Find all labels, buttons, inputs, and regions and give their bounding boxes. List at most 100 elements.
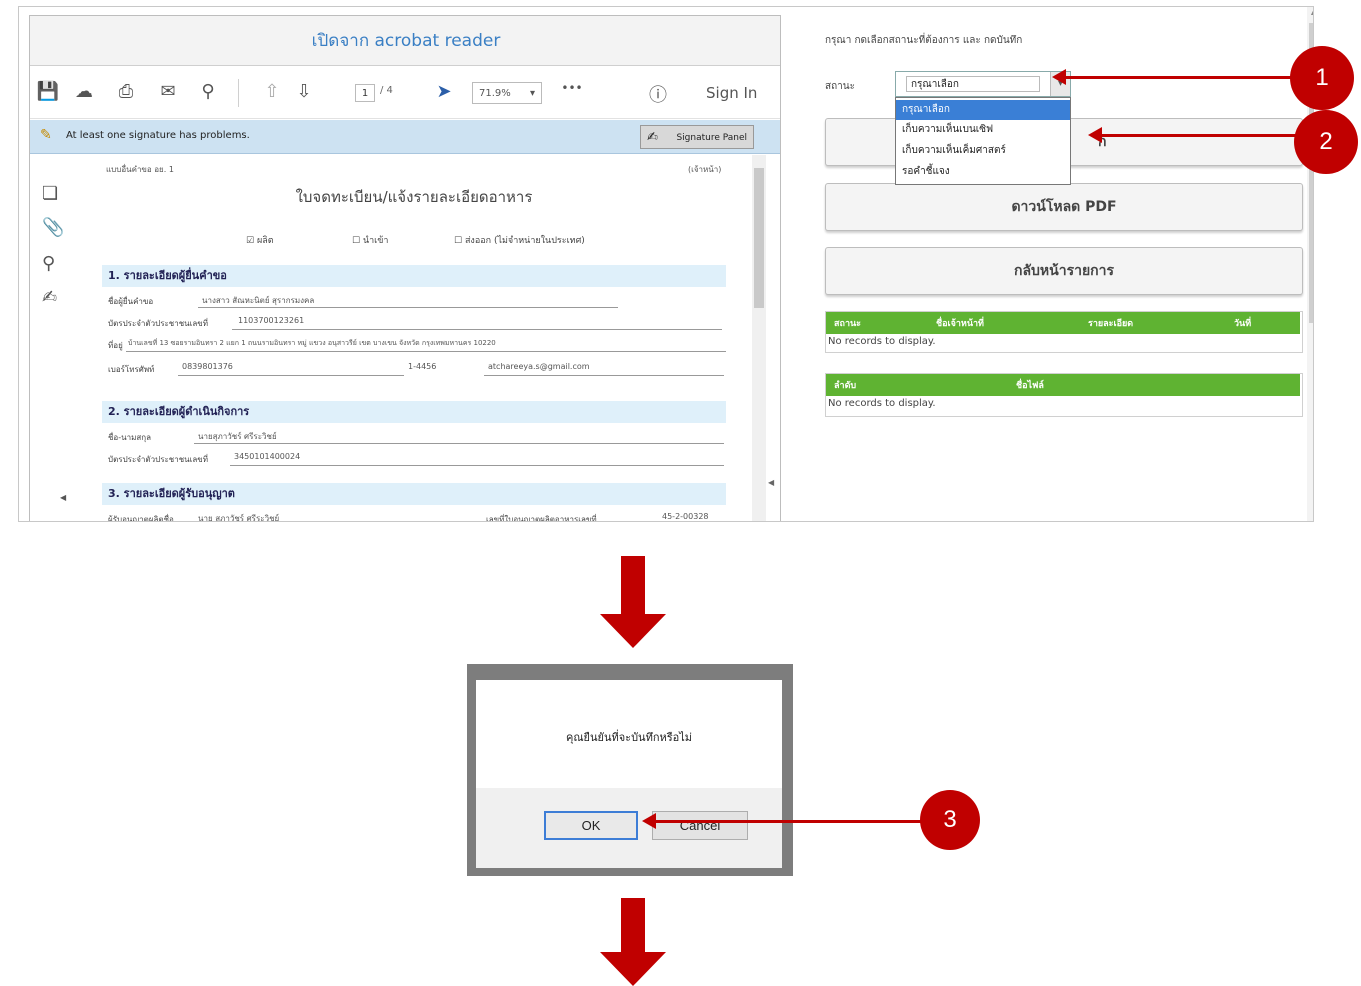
back-to-list-button[interactable]: กลับหน้ารายการ [825,247,1303,295]
reader-header[interactable]: เปิดจาก acrobat reader [30,16,780,66]
cloud-upload-icon[interactable]: ☁ [72,81,96,102]
down-arrow-shaft [621,556,645,616]
status-option[interactable]: เก็บความเห็นเบนเซิฟ [896,120,1070,140]
fax-value: 1-4456 [408,362,437,371]
web-app-screenshot: เปิดจาก acrobat reader 💾 ☁ ⎙ ✉ ⚲ ⇧ ⇩ 1 /… [18,6,1314,522]
arrow-head-icon [1052,69,1066,85]
reader-side-toolbar: ❏ 📎 ⚲ ✍ ◀ [30,155,76,521]
signature-icon[interactable]: ✍ [42,287,57,308]
status-form-pane: กรุณา กดเลือกสถานะที่ต้องการ และ กดบันทึ… [799,15,1309,521]
grid-column-header[interactable]: สถานะ [834,316,861,330]
grid-header: สถานะ ชื่อเจ้าหน้าที่ รายละเอียด วันที่ [826,312,1300,334]
reader-toolbar: 💾 ☁ ⎙ ✉ ⚲ ⇧ ⇩ 1 / 4 ➤ 71.9% ▾ ••• ⓘ Sign… [30,67,780,119]
field-underline [230,465,724,466]
zoom-value: 71.9% [479,88,511,99]
page-number-input[interactable]: 1 [355,84,375,102]
callout-arrow-2 [1102,134,1296,137]
grid-column-header[interactable]: ชื่อไฟล์ [1016,378,1044,392]
grid-column-header[interactable]: รายละเอียด [1088,316,1133,330]
more-options-icon[interactable]: ••• [560,81,584,95]
phone-value: 0839801376 [182,362,233,371]
print-icon[interactable]: ⎙ [114,81,138,102]
arrow-head-icon [1088,127,1102,143]
phone-label: เบอร์โทรศัพท์ [108,365,155,374]
option-import: ☐ นำเข้า [352,236,389,246]
toolbar-divider [238,79,239,107]
callout-arrow-3 [656,820,922,823]
section-applicant: 1. รายละเอียดผู้ยื่นคำขอ [102,265,726,287]
down-arrow-icon [600,614,666,648]
id-value: 1103700123261 [238,316,305,325]
license-no-value: 45-2-00328 [662,512,709,521]
attachments-grid: ลำดับ ชื่อไฟล์ No records to display. [825,373,1303,417]
collapse-right-icon[interactable]: ◀ [768,478,774,487]
corner-note: (เจ้าหน้า) [688,165,722,174]
mail-icon[interactable]: ✉ [156,81,180,102]
status-option[interactable]: รอคำชี้แจง [896,162,1070,182]
email-value: atchareeya.s@gmail.com [488,362,590,371]
callout-badge-2: 2 [1294,110,1358,174]
ok-button[interactable]: OK [544,811,638,840]
page-down-icon[interactable]: ⇩ [292,81,316,102]
section-licensee: 3. รายละเอียดผู้รับอนุญาต [102,483,726,505]
status-selected-value: กรุณาเลือก [906,76,1040,92]
section-operator: 2. รายละเอียดผู้ดำเนินกิจการ [102,401,726,423]
sign-in-link[interactable]: Sign In [706,84,757,102]
field-underline [198,307,618,308]
field-underline [126,351,726,352]
callout-arrow-1 [1066,76,1292,79]
search-icon[interactable]: ⚲ [196,81,220,102]
id-label: บัตรประจำตัวประชาชนเลขที่ [108,319,208,328]
dialog-body: คุณยืนยันที่จะบันทึกหรือไม่ OK Cancel [476,680,782,868]
collapse-left-icon[interactable]: ◀ [60,493,66,502]
signature-warning-bar: ✎ At least one signature has problems. ✍… [30,120,780,154]
select-cursor-icon[interactable]: ➤ [432,81,456,102]
no-records-message: No records to display. [828,336,936,347]
grid-column-header[interactable]: ลำดับ [834,378,856,392]
dialog-message-area: คุณยืนยันที่จะบันทึกหรือไม่ [476,680,782,788]
form-code: แบบอื่นคำขอ อย. 1 [106,165,174,174]
chevron-down-icon: ▾ [529,88,535,99]
download-pdf-button[interactable]: ดาวน์โหลด PDF [825,183,1303,231]
address-label: ที่อยู่ [108,341,123,350]
field-underline [194,443,724,444]
reader-header-title[interactable]: เปิดจาก acrobat reader [312,27,501,54]
option-produce: ☑ ผลิต [246,236,274,246]
down-arrow-icon [600,952,666,986]
scroll-up-icon[interactable]: ▲ [1307,7,1313,21]
pages-icon[interactable]: ❏ [42,183,58,204]
operator-id-value: 3450101400024 [234,452,301,461]
status-history-grid: สถานะ ชื่อเจ้าหน้าที่ รายละเอียด วันที่ … [825,311,1303,353]
operator-id-label: บัตรประจำตัวประชาชนเลขที่ [108,455,208,464]
status-option[interactable]: กรุณาเลือก [896,100,1070,120]
field-underline [484,375,724,376]
search-icon[interactable]: ⚲ [42,253,55,274]
help-icon[interactable]: ⓘ [646,81,670,107]
page-up-icon[interactable]: ⇧ [260,81,284,102]
arrow-head-icon [642,813,656,829]
status-option[interactable]: เก็บความเห็นเค็มศาสตร์ [896,141,1070,161]
zoom-select[interactable]: 71.9% ▾ [472,82,542,104]
document-scroll-thumb[interactable] [754,168,764,308]
document-title: ใบจดทะเบียน/แจ้งรายละเอียดอาหาร [295,188,533,206]
operator-label: ชื่อ-นามสกุล [108,433,151,442]
grid-header: ลำดับ ชื่อไฟล์ [826,374,1300,396]
attachment-icon[interactable]: 📎 [42,217,64,238]
status-select[interactable]: กรุณาเลือก ▾ [895,71,1071,97]
option-export: ☐ ส่งออก (ไม่จำหน่ายในประเทศ) [454,236,585,246]
grid-column-header[interactable]: ชื่อเจ้าหน้าที่ [936,316,984,330]
dialog-message: คุณยืนยันที่จะบันทึกหรือไม่ [565,731,693,744]
status-label: สถานะ [825,81,855,92]
grid-column-header[interactable]: วันที่ [1234,316,1251,330]
callout-badge-1: 1 [1290,46,1354,110]
save-icon[interactable]: 💾 [36,81,60,102]
pdf-reader-pane: เปิดจาก acrobat reader 💾 ☁ ⎙ ✉ ⚲ ⇧ ⇩ 1 /… [29,15,781,522]
down-arrow-shaft [621,898,645,954]
signature-panel-button[interactable]: ✍ Signature Panel [640,125,754,149]
licensee-value: นาย สุภาวัชร์ ศรีระวิชย์ [198,514,280,522]
confirm-dialog: คุณยืนยันที่จะบันทึกหรือไม่ OK Cancel [467,664,793,876]
cancel-button[interactable]: Cancel [652,811,748,840]
signature-panel-label: Signature Panel [676,133,747,143]
applicant-value: นางสาว สัณหะนิตย์ สุรากรมงคล [202,296,315,305]
callout-badge-3: 3 [920,790,980,850]
